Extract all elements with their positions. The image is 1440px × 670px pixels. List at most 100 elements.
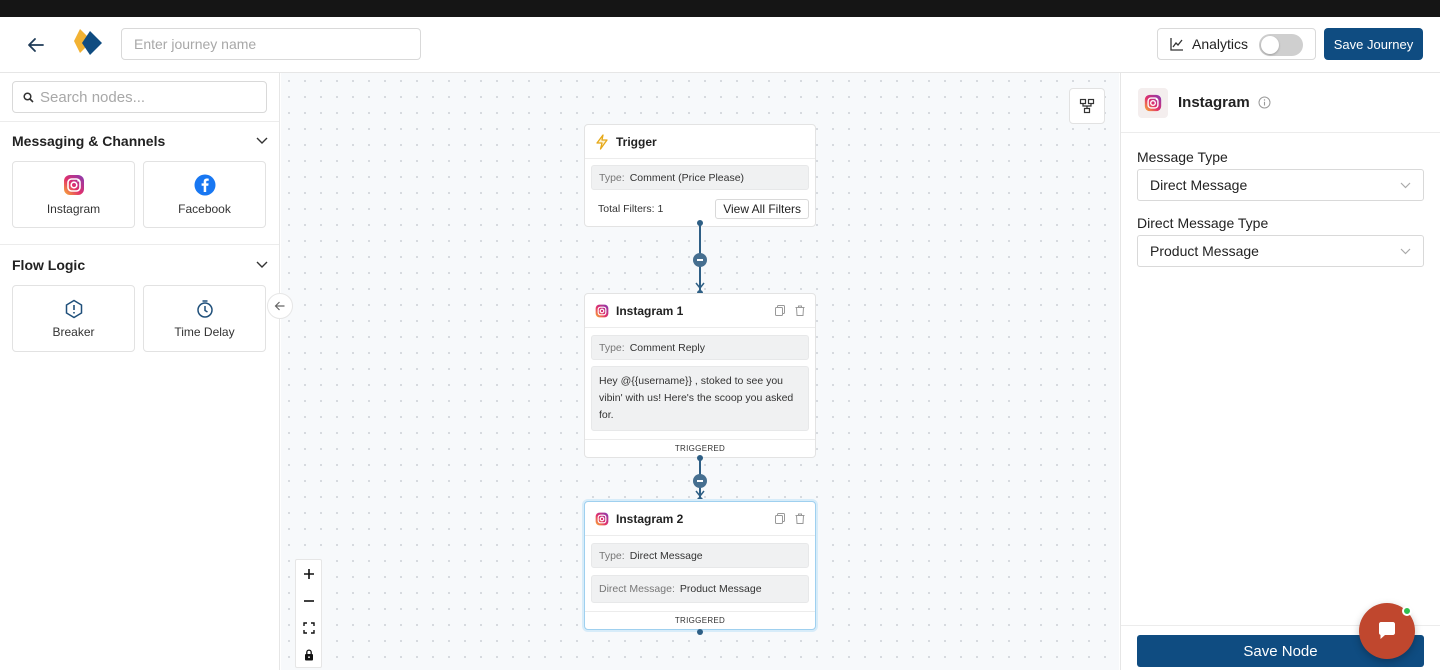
minus-icon [303, 599, 314, 602]
filters-row: Total Filters: 1 View All Filters [591, 196, 809, 221]
lightning-icon [596, 133, 608, 150]
status-label: TRIGGERED [585, 611, 815, 629]
flow-canvas[interactable]: Trigger Type: Comment (Price Please) Tot… [281, 73, 1119, 670]
auto-layout-button[interactable] [1069, 88, 1105, 124]
node-card-label: Time Delay [174, 324, 235, 339]
layout-icon [1079, 98, 1095, 114]
arrow-head-icon [695, 282, 705, 290]
instagram-icon [63, 174, 84, 195]
message-preview: Hey @{{username}} , stoked to see you vi… [591, 366, 809, 431]
node-header: Instagram 1 [585, 294, 815, 328]
plus-icon [303, 568, 314, 579]
node-type-row: Type: Comment (Price Please) [591, 165, 809, 190]
delete-node-button[interactable] [795, 305, 805, 316]
instagram-icon [595, 304, 609, 317]
lock-view-button[interactable] [296, 641, 321, 668]
chat-bubble-icon [1379, 622, 1395, 639]
node-header: Trigger [585, 125, 815, 159]
instagram-icon [595, 512, 609, 525]
save-journey-button[interactable]: Save Journey [1324, 28, 1423, 60]
node-card-facebook[interactable]: Facebook [143, 161, 266, 228]
panel-header: Instagram [1121, 73, 1440, 133]
duplicate-node-button[interactable] [775, 305, 785, 316]
search-nodes-input[interactable] [40, 88, 240, 106]
total-filters-text: Total Filters: 1 [598, 202, 664, 215]
instagram-1-node[interactable]: Instagram 1 Type: Comment Reply Hey @{{u… [584, 293, 816, 458]
instagram-icon [1144, 94, 1162, 111]
dm-value: Product Message [679, 583, 762, 595]
toggle-knob [1261, 36, 1279, 54]
back-button[interactable] [20, 30, 52, 60]
type-key: Type: [599, 341, 625, 354]
node-settings-panel: Instagram Message Type Direct Message Di… [1120, 73, 1440, 670]
trash-icon [795, 305, 805, 316]
node-card-time-delay[interactable]: Time Delay [143, 285, 266, 352]
node-card-instagram[interactable]: Instagram [12, 161, 135, 228]
dm-key: Direct Message: [599, 583, 675, 595]
arrow-left-icon [28, 38, 44, 52]
node-header: Instagram 2 [585, 502, 815, 536]
node-card-label: Facebook [178, 201, 231, 216]
zoom-out-button[interactable] [296, 587, 321, 614]
message-type-value: Direct Message [1150, 177, 1248, 193]
duplicate-node-button[interactable] [775, 513, 785, 524]
node-card-label: Instagram [46, 201, 101, 216]
app-logo [70, 25, 106, 61]
remove-edge-button[interactable] [693, 253, 707, 267]
instagram-2-node[interactable]: Instagram 2 Type: Direct Message Direct … [584, 501, 816, 630]
chevron-down-icon [1400, 248, 1411, 254]
search-box [12, 81, 267, 113]
section-title: Flow Logic [12, 257, 86, 273]
top-strip [0, 0, 1440, 17]
line-chart-icon [1170, 38, 1183, 51]
header: Analytics Save Journey [0, 17, 1440, 73]
message-type-label: Message Type [1137, 149, 1228, 165]
zoom-in-button[interactable] [296, 560, 321, 587]
zoom-controls [295, 559, 322, 668]
online-status-dot [1402, 606, 1412, 616]
message-type-select[interactable]: Direct Message [1137, 169, 1424, 201]
node-card-label: Breaker [52, 324, 95, 339]
type-key: Type: [599, 549, 625, 562]
search-icon [23, 91, 34, 103]
section-header-flow-logic[interactable]: Flow Logic [12, 257, 268, 273]
type-key: Type: [599, 171, 625, 184]
trigger-node[interactable]: Trigger Type: Comment (Price Please) Tot… [584, 124, 816, 227]
panel-title: Instagram [1178, 94, 1250, 111]
dm-type-value: Product Message [1150, 243, 1259, 259]
arrow-left-icon [274, 301, 285, 311]
timer-icon [196, 299, 213, 318]
dm-type-label: Direct Message Type [1137, 215, 1269, 231]
node-sidebar: Messaging & Channels Instagram Facebook … [0, 73, 280, 670]
analytics-label: Analytics [1192, 36, 1249, 52]
panel-icon-wrap [1138, 87, 1168, 118]
type-value: Comment Reply [629, 341, 705, 354]
info-icon[interactable] [1258, 96, 1271, 109]
fit-view-button[interactable] [296, 614, 321, 641]
journey-name-input[interactable] [121, 28, 421, 60]
analytics-toggle-group: Analytics [1157, 28, 1316, 60]
analytics-toggle[interactable] [1259, 34, 1303, 56]
delete-node-button[interactable] [795, 513, 805, 524]
trash-icon [795, 513, 805, 524]
type-value: Direct Message [629, 549, 703, 562]
type-value: Comment (Price Please) [629, 171, 745, 184]
divider [0, 244, 279, 245]
chevron-down-icon [256, 137, 268, 144]
breaker-icon [65, 299, 82, 318]
collapse-sidebar-button[interactable] [267, 293, 293, 319]
section-title: Messaging & Channels [12, 133, 166, 149]
dm-type-select[interactable]: Product Message [1137, 235, 1424, 267]
node-title: Trigger [616, 134, 657, 149]
fit-view-icon [302, 621, 315, 634]
node-type-row: Type: Comment Reply [591, 335, 809, 360]
facebook-icon [194, 174, 215, 195]
node-card-breaker[interactable]: Breaker [12, 285, 135, 352]
node-type-row: Type: Direct Message [591, 543, 809, 568]
section-header-messaging[interactable]: Messaging & Channels [12, 133, 268, 149]
edge-handle[interactable] [697, 629, 703, 635]
node-title: Instagram 2 [616, 511, 684, 526]
node-title: Instagram 1 [616, 303, 684, 318]
view-all-filters-button[interactable]: View All Filters [715, 198, 809, 219]
remove-edge-button[interactable] [693, 474, 707, 488]
